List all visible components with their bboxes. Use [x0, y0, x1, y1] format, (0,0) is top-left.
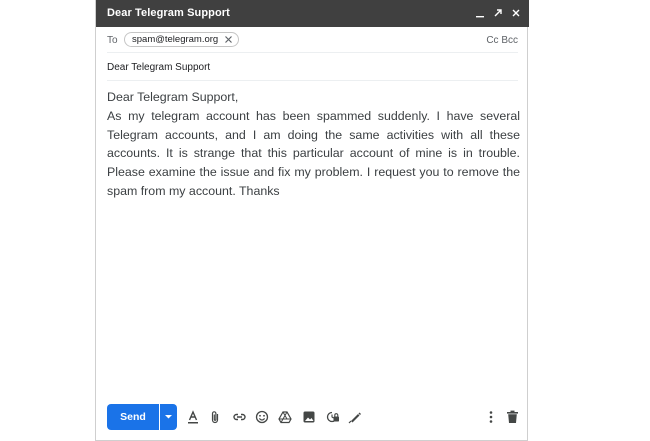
compose-titlebar[interactable]: Dear Telegram Support [96, 0, 529, 27]
more-options-icon[interactable] [483, 409, 499, 425]
formatting-icon[interactable] [185, 409, 201, 425]
compose-window: Dear Telegram Support To spam@telegram.o… [95, 0, 529, 441]
confidential-icon[interactable] [324, 409, 340, 425]
expand-icon[interactable] [491, 6, 505, 20]
photo-icon[interactable] [301, 409, 317, 425]
message-body[interactable]: Dear Telegram Support, As my telegram ac… [107, 88, 520, 201]
remove-recipient-icon[interactable] [223, 34, 234, 45]
minimize-icon[interactable] [473, 6, 487, 20]
subject-row[interactable]: Dear Telegram Support [107, 54, 518, 81]
recipient-email: spam@telegram.org [132, 34, 219, 45]
recipient-chip[interactable]: spam@telegram.org [124, 32, 240, 47]
send-options-button[interactable] [160, 404, 177, 430]
cc-link[interactable]: Cc [486, 35, 498, 46]
emoji-icon[interactable] [254, 409, 270, 425]
compose-title: Dear Telegram Support [107, 7, 230, 19]
drive-icon[interactable] [277, 409, 293, 425]
link-icon[interactable] [231, 409, 247, 425]
close-icon[interactable] [509, 6, 523, 20]
cc-bcc-links: Cc Bcc [486, 35, 518, 46]
trash-icon[interactable] [504, 409, 520, 425]
chevron-down-icon [165, 415, 172, 419]
bcc-link[interactable]: Bcc [501, 35, 518, 46]
to-row[interactable]: To spam@telegram.org Cc Bcc [107, 28, 518, 53]
compose-toolbar: Send [96, 401, 529, 433]
signature-icon[interactable] [347, 409, 363, 425]
message-greeting: Dear Telegram Support, [107, 90, 239, 104]
to-label: To [107, 35, 118, 46]
attach-icon[interactable] [207, 409, 223, 425]
send-button[interactable]: Send [107, 404, 159, 430]
subject-input[interactable]: Dear Telegram Support [107, 62, 210, 73]
message-text: As my telegram account has been spammed … [107, 108, 520, 198]
